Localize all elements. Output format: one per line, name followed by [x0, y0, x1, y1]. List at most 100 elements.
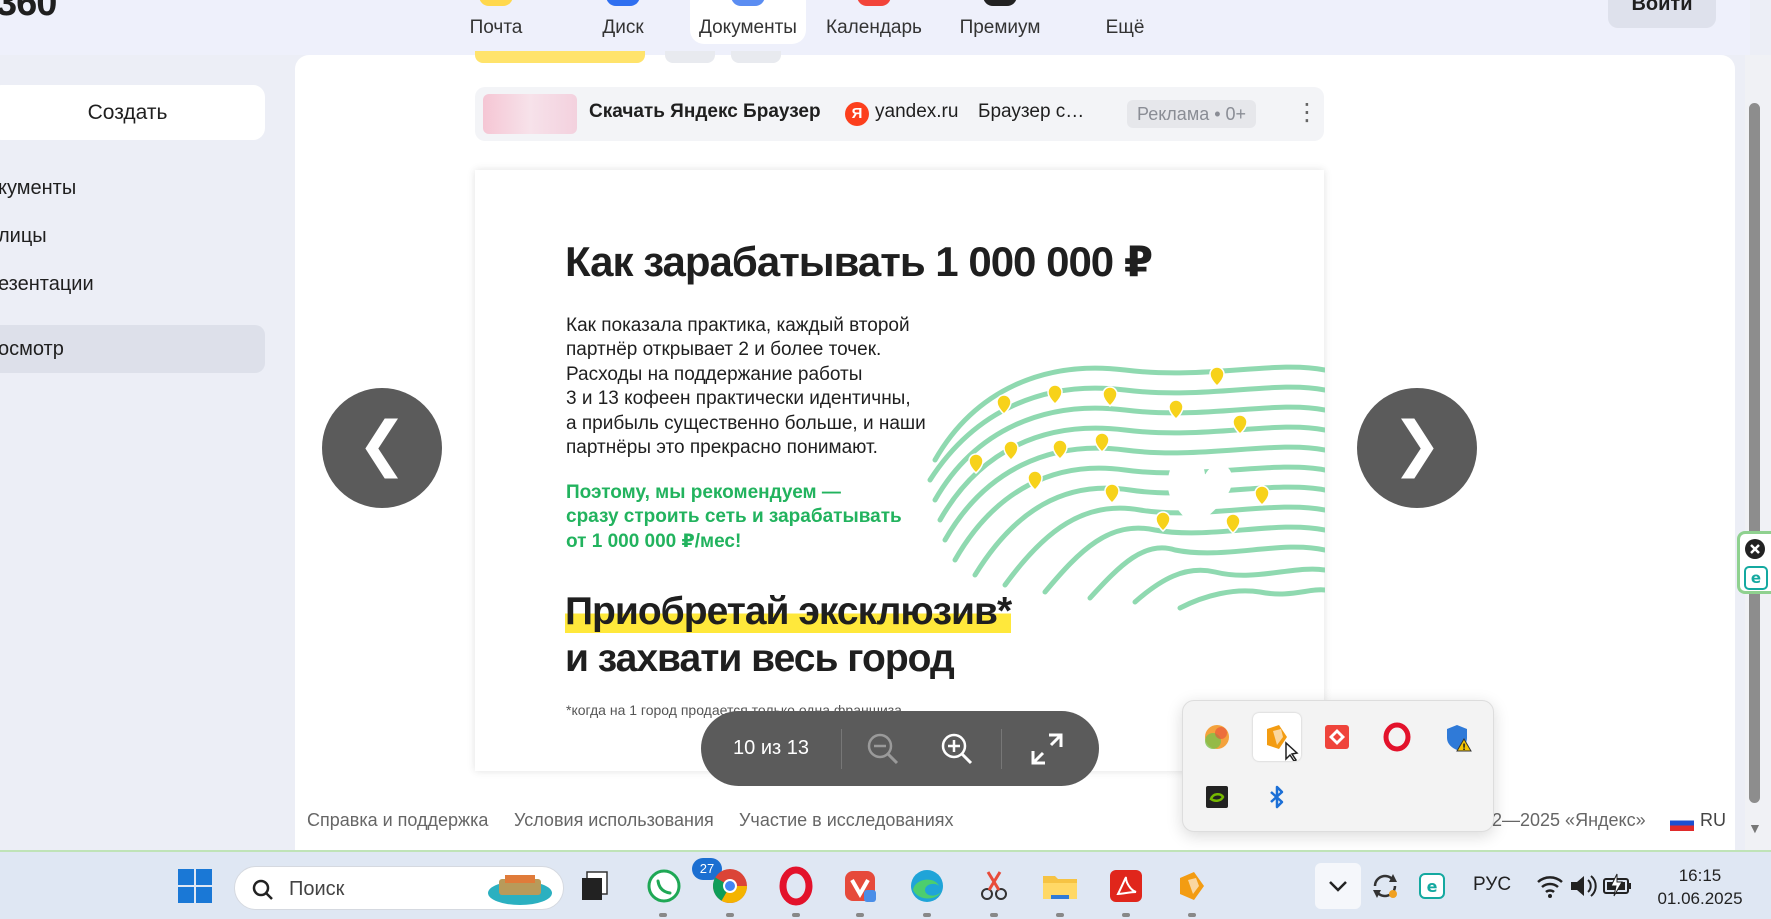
footer-link-research[interactable]: Участие в исследованиях [739, 810, 954, 831]
top-header: 360 Почта Диск Документы Календарь Преми… [0, 0, 1750, 55]
file-explorer-icon[interactable] [1038, 864, 1082, 908]
running-indicator [856, 913, 864, 917]
running-indicator [1056, 913, 1064, 917]
running-indicator [659, 913, 667, 917]
more-vertical-icon[interactable]: ⋮ [1295, 99, 1319, 129]
slide-body-line: партнёры это прекрасно понимают. [566, 437, 878, 459]
svg-text:e: e [1751, 569, 1761, 587]
acrobat-reader-icon[interactable] [1104, 864, 1148, 908]
system-clock[interactable]: 16:15 01.06.2025 [1640, 864, 1760, 910]
opera-icon[interactable] [774, 864, 818, 908]
anydesk-tray-icon[interactable] [1313, 713, 1361, 761]
next-slide-button[interactable]: ❯ [1357, 388, 1477, 508]
svg-text:e: e [1427, 877, 1438, 896]
windows-start-icon[interactable] [173, 864, 217, 908]
russia-flag-icon[interactable] [1670, 815, 1694, 831]
service-premium[interactable]: Премиум [955, 0, 1045, 44]
bluetooth-tray-icon[interactable] [1253, 773, 1301, 821]
battery-charging-icon[interactable] [1595, 864, 1639, 908]
input-language-indicator[interactable]: РУС [1473, 874, 1511, 896]
sidebar: Создать кументы лицы езентации осмотр [0, 55, 295, 850]
documents-icon [731, 0, 765, 6]
slide-green-line: сразу строить сеть и зарабатывать [566, 506, 902, 528]
svg-text:!: ! [1462, 743, 1466, 753]
slide-body-line: 3 и 13 кофеен практически идентичны, [566, 388, 911, 410]
ad-banner[interactable]: Скачать Яндекс Браузер Я yandex.ru Брауз… [475, 87, 1324, 141]
ad-label-badge[interactable]: Реклама • 0+ [1127, 100, 1257, 128]
toolbar-partial [475, 51, 645, 63]
ad-domain[interactable]: yandex.ru [875, 101, 958, 123]
edge-icon[interactable] [905, 864, 949, 908]
sidebar-item-sheets[interactable]: лицы [0, 212, 265, 260]
toolbar-partial-3 [731, 51, 781, 63]
nvidia-tray-icon[interactable] [1193, 773, 1241, 821]
presentation-slide: Как зарабатывать 1 000 000 ₽ Как показал… [475, 170, 1325, 771]
footer-language[interactable]: RU [1700, 810, 1726, 831]
page-scrollbar[interactable]: ▼ [1745, 55, 1771, 850]
divider [1001, 729, 1002, 769]
russia-map-illustration [927, 364, 1325, 611]
service-calendar[interactable]: Календарь [826, 0, 922, 44]
slide-green-line: Поэтому, мы рекомендуем — [566, 482, 841, 503]
task-view-icon[interactable] [573, 864, 617, 908]
tray-overflow-popup: ! [1182, 700, 1494, 832]
vivaldi-icon[interactable] [838, 864, 882, 908]
sidebar-item-documents[interactable]: кументы [0, 164, 265, 212]
chevron-down-icon [1329, 881, 1347, 892]
sidebar-item-viewer[interactable]: осмотр [0, 325, 265, 373]
slide-call-to-action: Приобретай эксклюзив* и захвати весь гор… [565, 588, 1012, 682]
fullscreen-icon[interactable] [1027, 729, 1067, 769]
viewer-controls: 10 из 13 [701, 711, 1099, 786]
app-tray-icon-hovered[interactable] [1253, 713, 1301, 762]
ad-description: Браузер с… [978, 101, 1085, 122]
show-hidden-icons-button[interactable] [1315, 863, 1361, 909]
toolbar-partial-2 [665, 51, 715, 63]
service-more[interactable]: Ещё [1100, 0, 1150, 44]
clock-time: 16:15 [1678, 866, 1722, 885]
zoom-out-icon[interactable] [863, 729, 903, 769]
chrome-icon[interactable] [708, 864, 752, 908]
whatsapp-icon[interactable] [642, 864, 686, 908]
login-button[interactable]: Войти [1608, 0, 1716, 28]
zoom-in-icon[interactable] [937, 729, 977, 769]
create-button[interactable]: Создать [0, 85, 265, 140]
clock-date: 01.06.2025 [1657, 889, 1743, 908]
taskbar-search-box[interactable]: Поиск [234, 866, 564, 910]
search-placeholder: Поиск [289, 878, 345, 900]
previous-slide-button[interactable]: ❮ [322, 388, 442, 508]
scrollbar-thumb[interactable] [1749, 103, 1760, 803]
slide-counter: 10 из 13 [733, 737, 809, 759]
disk-icon [606, 0, 640, 6]
mail-icon [479, 0, 513, 6]
eset-tray-icon[interactable]: e [1410, 864, 1454, 908]
footer-link-terms[interactable]: Условия использования [514, 810, 714, 831]
main-panel: Скачать Яндекс Браузер Я yandex.ru Брауз… [295, 51, 1735, 850]
slide-body-line: партнёр открывает 2 и более точек. [566, 339, 882, 361]
service-logo[interactable]: 360 [0, 0, 57, 25]
ad-thumbnail [483, 94, 577, 134]
opera-tray-icon[interactable] [1373, 713, 1421, 761]
app-pinned-icon[interactable] [1170, 864, 1214, 908]
footer-link-help[interactable]: Справка и поддержка [307, 810, 488, 831]
slide-body: Как показала практика, каждый второй пар… [566, 314, 946, 460]
running-indicator [1122, 913, 1130, 917]
eset-icon[interactable]: e [1744, 566, 1768, 590]
sidebar-item-presentations[interactable]: езентации [0, 260, 265, 308]
ad-title[interactable]: Скачать Яндекс Браузер [589, 101, 821, 123]
close-circle-icon[interactable] [1744, 538, 1766, 560]
search-highlight-image [488, 875, 552, 905]
running-indicator [1188, 913, 1196, 917]
sync-icon[interactable] [1363, 864, 1407, 908]
service-mail[interactable]: Почта [460, 0, 532, 44]
slide-cta-line: и захвати весь город [565, 637, 955, 680]
service-documents[interactable]: Документы [690, 0, 806, 44]
service-disk[interactable]: Диск [590, 0, 656, 44]
slide-green-line: от 1 000 000 ₽/мес! [566, 530, 742, 552]
windows-security-warning-icon[interactable]: ! [1433, 713, 1481, 761]
slide-body-line: Как показала практика, каждый второй [566, 315, 910, 336]
snipping-tool-icon[interactable] [972, 864, 1016, 908]
map-heart-shape [1167, 458, 1233, 530]
scroll-down-arrow-icon[interactable]: ▼ [1748, 820, 1762, 836]
chrome-canary-tray-icon[interactable] [1193, 713, 1241, 761]
premium-icon [983, 0, 1017, 6]
